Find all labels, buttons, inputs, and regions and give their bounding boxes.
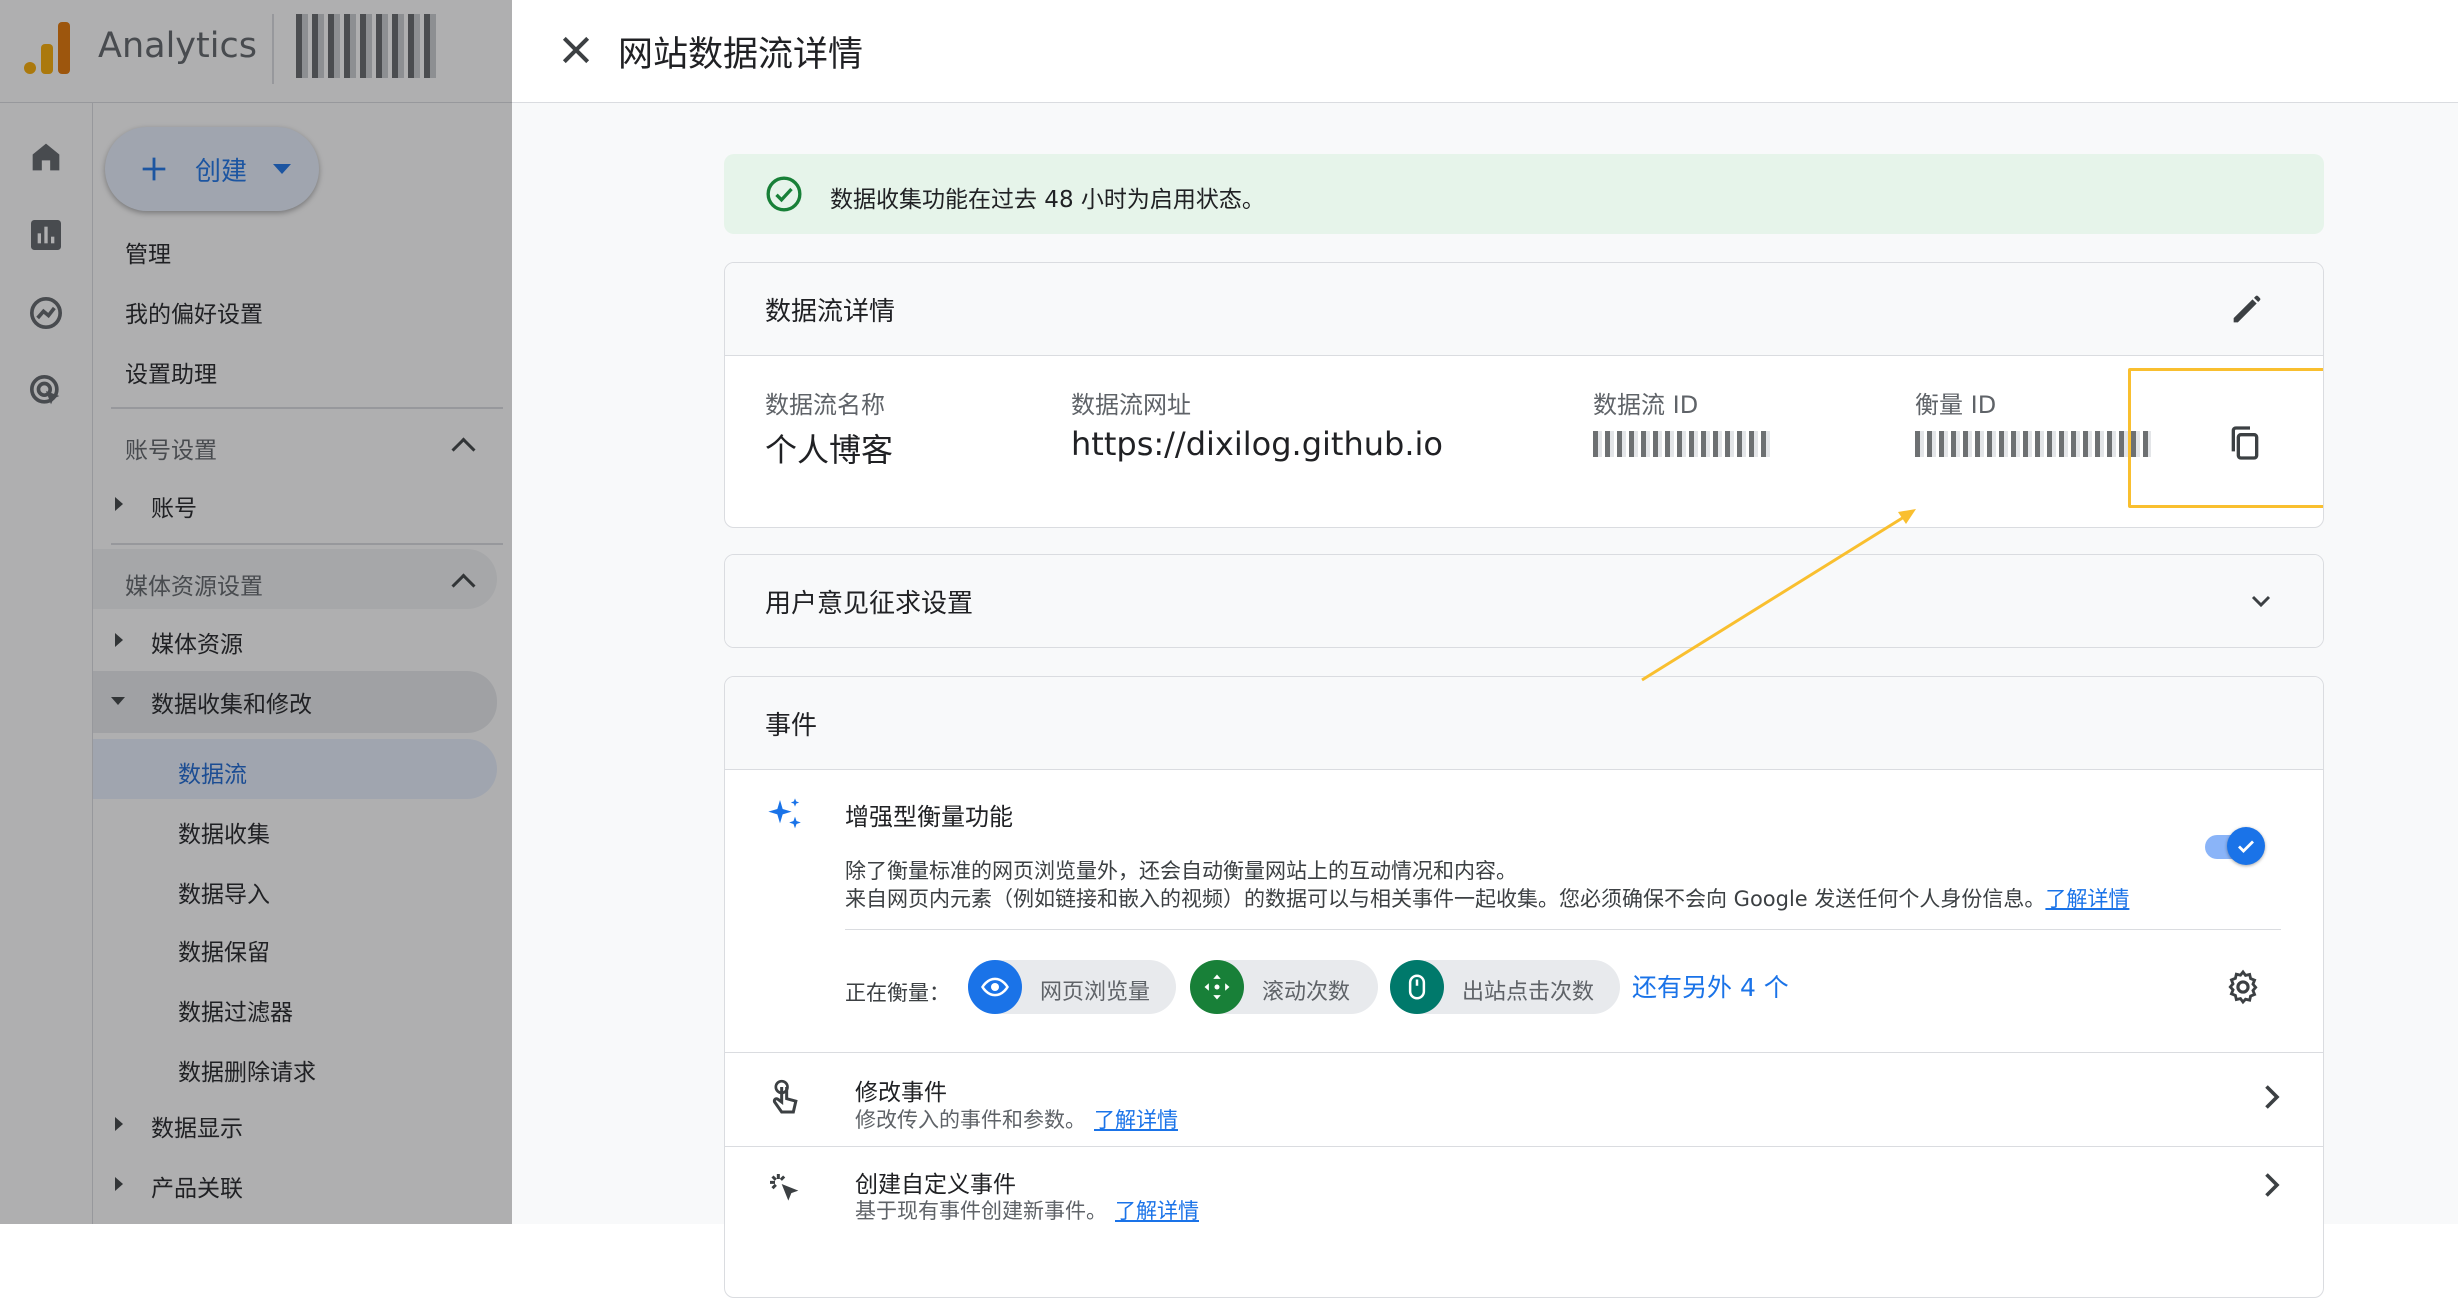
modify-events-row[interactable]: 修改事件 修改传入的事件和参数。 了解详情 [725,1053,2323,1143]
check-icon [2238,840,2254,853]
sparkle-icon [768,798,801,829]
divider [845,929,2281,930]
chip-label: 网页浏览量 [1040,980,1151,1005]
chevron-right-icon[interactable] [2253,1167,2289,1203]
measurement-id-value [1915,431,2151,457]
edit-icon[interactable] [2227,289,2267,329]
check-circle-icon [766,176,802,212]
card-title: 数据流详情 [765,297,896,327]
chip-label: 滚动次数 [1262,980,1351,1005]
learn-more-link[interactable]: 了解详情 [1115,1199,1199,1223]
scroll-arrows-icon [1190,960,1244,1014]
stream-details-card: 数据流详情 数据流名称 个人博客 数据流网址 https://dixilog.g… [724,262,2324,528]
mouse-icon [1390,960,1444,1014]
stream-url-label: 数据流网址 [1071,391,1191,419]
stream-details-panel: 网站数据流详情 数据收集功能在过去 48 小时为启用状态。 数据流详情 数据流名… [512,0,2458,1298]
stream-url-value: https://dixilog.github.io [1071,425,1443,463]
toggle-knob [2227,827,2265,865]
measurement-id-highlight [2128,368,2323,508]
create-custom-event-desc: 基于现有事件创建新事件。 了解详情 [855,1195,1199,1225]
click-pointer-icon [770,1174,799,1201]
chip-label: 出站点击次数 [1462,980,1595,1005]
stream-name-value: 个人博客 [765,431,894,469]
card-header: 用户意见征求设置 [725,555,2323,647]
card-header: 数据流详情 [725,263,2323,356]
card-title: 事件 [765,711,818,741]
enhanced-desc-text: 来自网页内元素（例如链接和嵌入的视频）的数据可以与相关事件一起收集。您必须确保不… [845,887,2046,911]
modify-events-title: 修改事件 [855,1080,947,1106]
chip-page-views[interactable]: 网页浏览量 [968,960,1176,1014]
custom-desc-text: 基于现有事件创建新事件。 [855,1199,1107,1223]
chip-outbound-clicks[interactable]: 出站点击次数 [1390,960,1620,1014]
card-header: 事件 [725,677,2323,770]
chevron-right-icon[interactable] [2253,1079,2289,1115]
card-title: 用户意见征求设置 [765,589,974,619]
measurement-id-label: 衡量 ID [1915,391,1997,419]
enhanced-measurement-title: 增强型衡量功能 [845,803,1013,831]
create-custom-event-row[interactable]: 创建自定义事件 基于现有事件创建新事件。 了解详情 [725,1147,2323,1224]
learn-more-link[interactable]: 了解详情 [2045,887,2129,911]
modal-scrim[interactable] [0,0,512,1224]
chip-scrolls[interactable]: 滚动次数 [1190,960,1378,1014]
enhanced-measurement-toggle[interactable] [2205,827,2265,865]
modify-events-desc: 修改传入的事件和参数。 了解详情 [855,1104,1178,1134]
more-events-link[interactable]: 还有另外 4 个 [1632,968,1789,1004]
enhanced-measurement-desc-1: 除了衡量标准的网页浏览量外，还会自动衡量网站上的互动情况和内容。 [845,859,1517,883]
stream-name-label: 数据流名称 [765,391,885,419]
eye-icon [968,960,1022,1014]
close-icon[interactable] [556,30,596,70]
consent-settings-card[interactable]: 用户意见征求设置 [724,554,2324,648]
banner-text: 数据收集功能在过去 48 小时为启用状态。 [830,187,1265,213]
status-banner: 数据收集功能在过去 48 小时为启用状态。 [724,154,2324,234]
learn-more-link[interactable]: 了解详情 [1094,1108,1178,1132]
panel-header: 网站数据流详情 [512,0,2458,103]
chevron-down-icon[interactable] [2245,585,2277,617]
modify-desc-text: 修改传入的事件和参数。 [855,1108,1086,1132]
gear-icon[interactable] [2224,968,2262,1006]
stream-id-value [1593,431,1773,457]
panel-title: 网站数据流详情 [618,35,864,75]
stream-id-label: 数据流 ID [1593,391,1699,419]
measuring-label: 正在衡量： [845,981,950,1005]
touch-hand-icon [772,1079,798,1114]
create-custom-event-title: 创建自定义事件 [855,1172,1016,1198]
enhanced-measurement-desc-2: 来自网页内元素（例如链接和嵌入的视频）的数据可以与相关事件一起收集。您必须确保不… [845,883,2129,913]
